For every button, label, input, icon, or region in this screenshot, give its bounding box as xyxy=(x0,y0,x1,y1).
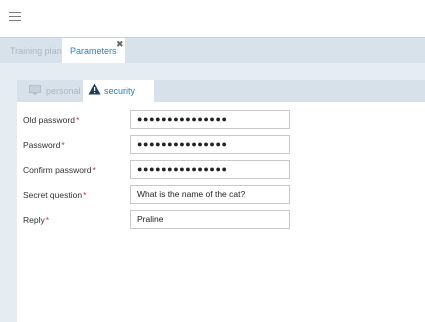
warning-icon xyxy=(88,81,101,103)
tab-personal-label: personal xyxy=(46,86,81,96)
settings-tab-bar: personal security xyxy=(17,80,425,102)
security-form: Old password* ●●●●●●●●●●●●●●● Password* … xyxy=(17,102,425,322)
secret-question-row: Secret question* What is the name of the… xyxy=(17,185,425,205)
close-tab-icon[interactable]: ✖ xyxy=(116,40,124,49)
password-row: Password* ●●●●●●●●●●●●●●● xyxy=(17,135,425,155)
old-password-label: Old password* xyxy=(23,115,80,125)
top-bar xyxy=(0,0,425,37)
monitor-icon xyxy=(29,81,41,103)
old-password-field[interactable]: ●●●●●●●●●●●●●●● xyxy=(130,110,290,129)
reply-label: Reply* xyxy=(23,215,50,225)
tab-security[interactable]: security xyxy=(83,80,154,102)
hamburger-menu-icon[interactable] xyxy=(9,12,21,22)
reply-field[interactable]: Praline xyxy=(130,210,290,229)
tab-security-label: security xyxy=(104,86,136,96)
secret-question-label: Secret question* xyxy=(23,190,87,200)
reply-row: Reply* Praline xyxy=(17,210,425,230)
tab-personal[interactable]: personal xyxy=(27,80,81,102)
secret-question-field[interactable]: What is the name of the cat? xyxy=(130,185,290,204)
old-password-row: Old password* ●●●●●●●●●●●●●●● xyxy=(17,110,425,130)
confirm-password-field[interactable]: ●●●●●●●●●●●●●●● xyxy=(130,160,290,179)
main-tab-bar: Training plan Parameters xyxy=(0,37,425,64)
password-field[interactable]: ●●●●●●●●●●●●●●● xyxy=(130,135,290,154)
password-label: Password* xyxy=(23,140,65,150)
confirm-password-label: Confirm password* xyxy=(23,165,96,175)
tab-training-plan[interactable]: Training plan xyxy=(2,38,70,64)
confirm-password-row: Confirm password* ●●●●●●●●●●●●●●● xyxy=(17,160,425,180)
